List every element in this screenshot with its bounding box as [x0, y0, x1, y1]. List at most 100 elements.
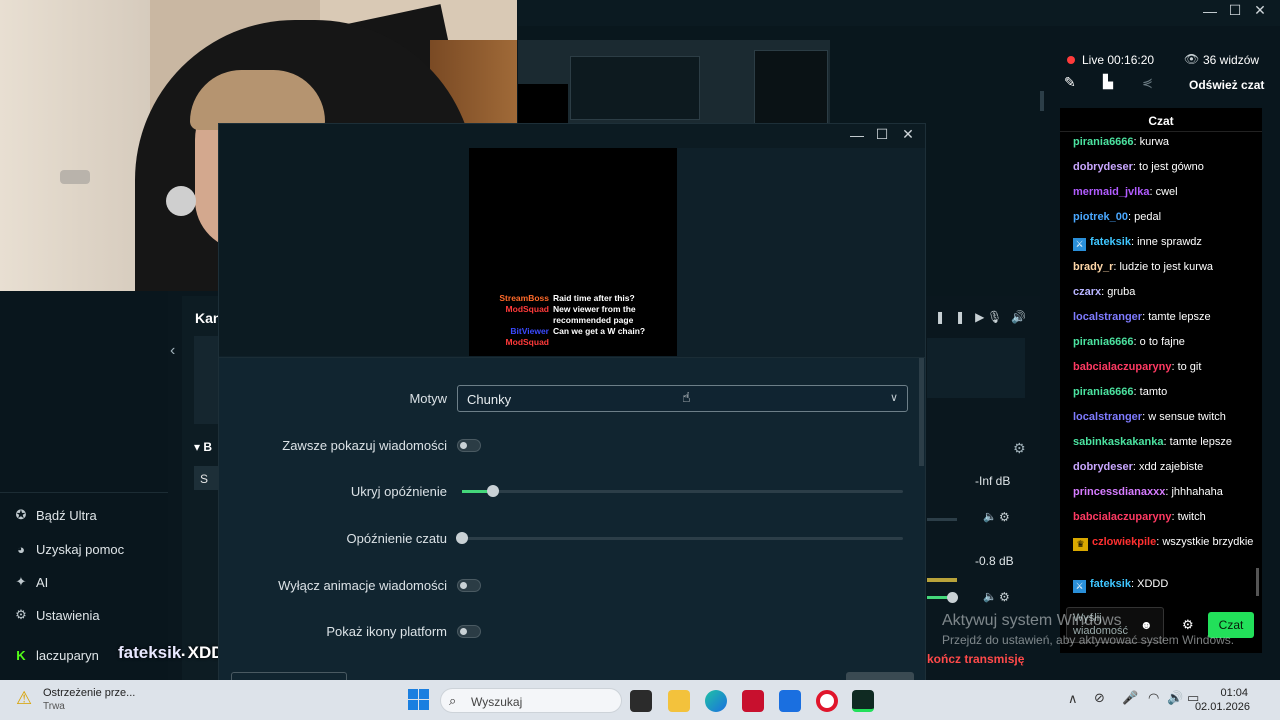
- kick-icon: K: [16, 647, 26, 663]
- chat-message: pirania6666: o to fajne: [1073, 336, 1185, 348]
- maximize-icon[interactable]: ☐: [870, 126, 894, 143]
- show-platform-icons-toggle[interactable]: [457, 625, 481, 638]
- chat-message: localstranger: w sensue twitch: [1073, 411, 1226, 423]
- app-title-bar: — ☐ ✕: [518, 0, 1280, 26]
- share-icon[interactable]: ⋞: [1142, 75, 1153, 91]
- always-show-toggle[interactable]: [457, 439, 481, 452]
- chat-preview-lines: StreamBoss Raid time after this? ModSquad…: [469, 293, 653, 348]
- chat-username: czlowiekpile: [1092, 536, 1157, 548]
- settings-form: Motyw Chunky ∨ ☝ Zawsze pokazuj wiadomoś…: [219, 357, 925, 682]
- gear-icon[interactable]: ⚙: [999, 510, 1010, 524]
- volume-slider-knob[interactable]: [947, 592, 958, 603]
- end-stream-button[interactable]: kończ transmisję: [927, 652, 1024, 666]
- chat-message: mermaid_jvlka: cwel: [1073, 186, 1178, 198]
- streamlabs-icon[interactable]: [852, 690, 874, 712]
- nav-item-settings[interactable]: ⚙ Ustawienia: [12, 604, 99, 626]
- chat-text: to jest gówno: [1139, 161, 1204, 173]
- refresh-chat-button[interactable]: Odśwież czat: [1189, 78, 1264, 92]
- chat-text: cwel: [1155, 186, 1178, 198]
- scrollbar[interactable]: [919, 358, 924, 466]
- maximize-icon[interactable]: ☐: [1223, 2, 1247, 19]
- clock-date[interactable]: 02.01.2026: [1194, 701, 1250, 713]
- chat-username: localstranger: [1073, 311, 1143, 323]
- close-icon[interactable]: ✕: [896, 126, 920, 143]
- chat-username: pirania6666: [1073, 336, 1134, 348]
- nav-label: Bądź Ultra: [36, 507, 97, 523]
- search-box[interactable]: ⌕ Wyszukaj: [440, 688, 622, 713]
- disable-animations-toggle[interactable]: [457, 579, 481, 592]
- opera-icon[interactable]: [816, 690, 838, 712]
- microphone-icon[interactable]: 🎤: [1122, 690, 1138, 706]
- volume-icon[interactable]: 🔈: [983, 510, 997, 523]
- chat-text: ludzie to jest kurwa: [1119, 261, 1214, 273]
- chevron-up-icon[interactable]: ∧: [1068, 691, 1078, 707]
- close-icon[interactable]: ✕: [1248, 2, 1272, 19]
- chat-text: xdd zajebiste: [1139, 461, 1204, 473]
- chat-username: sabinkaskakanka: [1073, 436, 1164, 448]
- nav-item-ai[interactable]: ✦ AI: [12, 571, 49, 593]
- section-title: ▾ B: [194, 440, 213, 454]
- chat-panel: Czat pirania6666: kurwa dobrydeser: to je…: [1060, 108, 1262, 653]
- chat-username: dobrydeser: [1073, 461, 1133, 473]
- chat-text: pedal: [1134, 211, 1162, 223]
- chat-message: dobrydeser: xdd zajebiste: [1073, 461, 1204, 473]
- mcafee-icon[interactable]: [742, 690, 764, 712]
- chat-username: pirania6666: [1073, 386, 1134, 398]
- speaker-icon[interactable]: 🔊: [1167, 690, 1183, 706]
- minimize-icon[interactable]: —: [845, 127, 869, 143]
- chat-username: fateksik: [1090, 578, 1131, 590]
- chat-text: XDDD: [1137, 578, 1169, 590]
- nav-label: AI: [36, 574, 49, 590]
- chat-text: twitch: [1177, 511, 1206, 523]
- file-explorer-icon[interactable]: [668, 690, 690, 712]
- eye-icon: 👁: [1184, 52, 1200, 66]
- notification-title[interactable]: Ostrzeżenie prze...: [43, 687, 135, 699]
- theme-select-value: Chunky: [467, 392, 512, 407]
- store-icon[interactable]: [779, 690, 801, 712]
- chat-message: sabinkaskakanka: tamte lepsze: [1073, 436, 1233, 448]
- chat-text: inne sprawdz: [1137, 236, 1202, 248]
- chat-text: o to fajne: [1139, 336, 1185, 348]
- clock-time[interactable]: 01:04: [1212, 687, 1248, 699]
- preview-line: ModSquad New viewer from the recommended …: [505, 304, 636, 325]
- volume-icon[interactable]: 🔊: [1011, 310, 1026, 324]
- clapper-icon[interactable]: ▙: [1103, 74, 1113, 90]
- theme-label: Motyw: [409, 391, 447, 406]
- chat-delay-slider[interactable]: [456, 532, 903, 544]
- network-off-icon[interactable]: ⊘: [1094, 690, 1105, 706]
- slider-knob[interactable]: [456, 532, 468, 544]
- ultra-icon: ✪: [15, 507, 27, 522]
- taskbar: ⚠ Ostrzeżenie prze... Trwa ⌕ Wyszukaj ∧ …: [0, 680, 1280, 720]
- gear-icon[interactable]: ⚙: [1013, 440, 1026, 457]
- chat-message: ⚔ fateksik: XDDD: [1073, 578, 1257, 593]
- live-dot-icon: [1067, 56, 1075, 64]
- gear-icon[interactable]: ⚙: [999, 590, 1010, 604]
- chevron-left-icon[interactable]: ‹: [170, 342, 175, 360]
- nav-item-ultra[interactable]: ✪ Bądź Ultra: [12, 504, 97, 526]
- chat-message: ⚔ fateksik: inne sprawdz: [1073, 236, 1257, 251]
- always-show-label: Zawsze pokazuj wiadomości: [282, 438, 447, 453]
- edit-icon[interactable]: ✎: [1064, 74, 1076, 91]
- playback-controls[interactable]: ❚❚▶: [935, 310, 994, 324]
- task-view-icon[interactable]: [630, 690, 652, 712]
- chat-header: Czat: [1060, 108, 1262, 132]
- scene-box: [927, 338, 1025, 398]
- preview-line: ModSquad: [505, 337, 549, 347]
- windows-start-icon[interactable]: [408, 689, 430, 711]
- chat-message: brady_r: ludzie to jest kurwa: [1073, 261, 1214, 273]
- chat-scrollbar[interactable]: [1256, 568, 1259, 596]
- minimize-icon[interactable]: —: [1198, 3, 1222, 19]
- chat-username: princessdianaxxx: [1073, 486, 1166, 498]
- slider-knob[interactable]: [486, 485, 499, 497]
- volume-icon[interactable]: 🔈: [983, 590, 997, 603]
- hide-delay-slider[interactable]: [462, 485, 903, 497]
- chat-text: jhhhahaha: [1171, 486, 1223, 498]
- chat-username: pirania6666: [1073, 136, 1134, 148]
- wifi-icon[interactable]: ◠: [1148, 690, 1159, 706]
- ai-sparkle-icon: ✦: [15, 574, 27, 589]
- nav-item-help[interactable]: ◕ Uzyskaj pomoc: [12, 538, 124, 560]
- edge-icon[interactable]: [705, 690, 727, 712]
- nav-item-account[interactable]: K laczuparyn: [12, 644, 99, 666]
- mute-mic-icon[interactable]: 🎙: [987, 310, 1002, 324]
- chat-text: tamto: [1139, 386, 1168, 398]
